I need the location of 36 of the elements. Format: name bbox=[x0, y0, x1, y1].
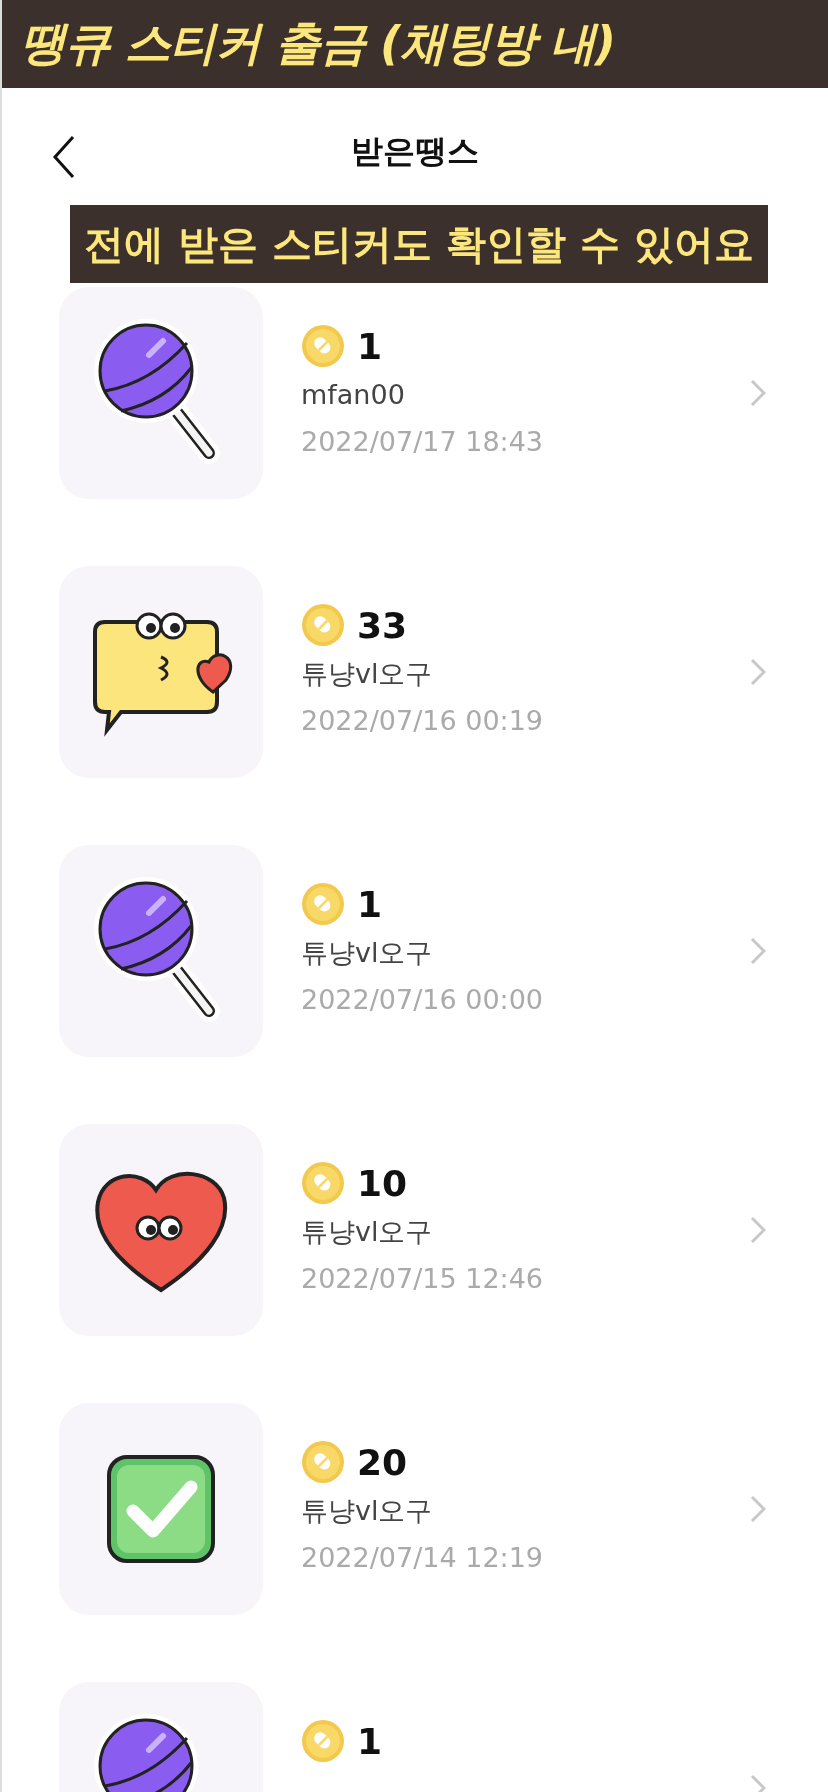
sticker-count: 20 bbox=[357, 1441, 408, 1483]
sender-name: 튜냥vl오구 bbox=[301, 657, 434, 691]
banner-title: 땡큐 스티커 출금 (채팅방 내) bbox=[20, 15, 616, 72]
sender-name: mfan00 bbox=[301, 378, 406, 412]
sticker-row[interactable]: 20 튜냥vl오구 2022/07/14 12:19 bbox=[2, 1403, 828, 1615]
sticker-row[interactable]: 33 튜냥vl오구 2022/07/16 00:19 bbox=[2, 566, 828, 778]
sticker-row[interactable]: 1 bbox=[2, 1682, 828, 1792]
received-date: 2022/07/14 12:19 bbox=[301, 1541, 543, 1575]
chevron-right-icon bbox=[750, 379, 766, 407]
received-date: 2022/07/16 00:19 bbox=[301, 704, 543, 738]
received-date: 2022/07/16 00:00 bbox=[301, 983, 543, 1017]
coin-icon bbox=[301, 1719, 345, 1763]
received-date: 2022/07/15 12:46 bbox=[301, 1262, 543, 1296]
page-title: 받은땡스 bbox=[351, 130, 479, 172]
sticker-count: 1 bbox=[357, 883, 383, 925]
sticker-row[interactable]: 1 튜냥vl오구 2022/07/16 00:00 bbox=[2, 845, 828, 1057]
sticker-count: 33 bbox=[357, 604, 408, 646]
received-date: 2022/07/17 18:43 bbox=[301, 425, 543, 459]
coin-icon bbox=[301, 882, 345, 926]
sender-name: 튜냥vl오구 bbox=[301, 1215, 434, 1249]
sticker-row[interactable]: 1 mfan00 2022/07/17 18:43 bbox=[2, 287, 828, 499]
sticker-row[interactable]: 10 튜냥vl오구 2022/07/15 12:46 bbox=[2, 1124, 828, 1336]
coin-icon bbox=[301, 324, 345, 368]
chevron-right-icon bbox=[750, 658, 766, 686]
chevron-right-icon bbox=[750, 1495, 766, 1523]
chevron-right-icon bbox=[750, 1216, 766, 1244]
sticker-count: 10 bbox=[357, 1162, 408, 1204]
sticker-count: 1 bbox=[357, 325, 383, 367]
chevron-right-icon bbox=[750, 937, 766, 965]
sender-name: 튜냥vl오구 bbox=[301, 936, 434, 970]
caption: 전에 받은 스티커도 확인할 수 있어요 bbox=[70, 205, 768, 283]
coin-icon bbox=[301, 603, 345, 647]
coin-icon bbox=[301, 1440, 345, 1484]
coin-icon bbox=[301, 1161, 345, 1205]
sender-name: 튜냥vl오구 bbox=[301, 1494, 434, 1528]
sticker-count: 1 bbox=[357, 1720, 383, 1762]
